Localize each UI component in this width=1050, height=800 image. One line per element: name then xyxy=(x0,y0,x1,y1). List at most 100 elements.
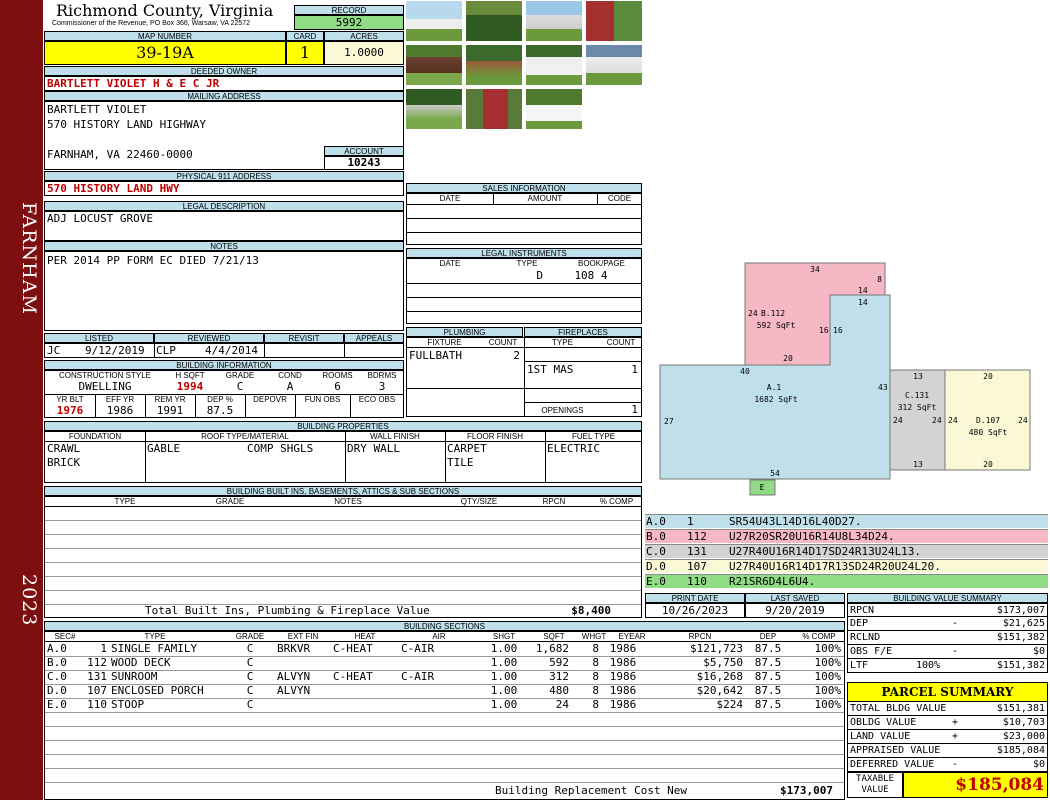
county-subtitle: Commissioner of the Revenue, PO Box 366,… xyxy=(52,20,251,27)
section-ext: BRKVR xyxy=(277,642,311,655)
acres-header: ACRES xyxy=(324,31,404,41)
section-shgt: 1.00 xyxy=(490,684,518,697)
sec-h-air: AIR xyxy=(432,632,446,641)
legal-description: ADJ LOCUST GROVE xyxy=(44,211,404,241)
sections-header: BUILDING SECTIONS xyxy=(44,621,845,631)
mailing-header: MAILING ADDRESS xyxy=(44,91,404,101)
photo-7[interactable] xyxy=(525,44,583,86)
photo-1[interactable] xyxy=(405,0,463,42)
section-comp: 100% xyxy=(814,656,842,669)
section-grade: C xyxy=(246,698,254,711)
sec-h-grade: GRADE xyxy=(235,632,265,641)
physical-address: 570 HISTORY LAND HWY xyxy=(44,181,404,196)
floor-finish-2: TILE xyxy=(447,456,474,469)
properties-table: FOUNDATION ROOF TYPE/MATERIAL WALL FINIS… xyxy=(44,431,642,483)
fire-h-type: TYPE xyxy=(552,338,573,347)
h-dep: DEP % xyxy=(207,395,233,404)
photo-9[interactable] xyxy=(405,88,463,130)
print-date: 10/26/2023 xyxy=(645,603,745,618)
photo-5[interactable] xyxy=(405,44,463,86)
last-saved-date: 9/20/2019 xyxy=(745,603,845,618)
section-shgt: 1.00 xyxy=(490,656,518,669)
building-info-table: CONSTRUCTION STYLE H SQFT GRADE COND ROO… xyxy=(44,370,404,418)
prop-h-wall: WALL FINISH xyxy=(370,432,420,441)
section-whgt: 8 xyxy=(592,684,599,697)
fire-count: 1 xyxy=(631,363,638,376)
bvs-ltf: LTF 100% $151,382 xyxy=(847,659,1048,673)
vector-row-d: D.0 107 U27R40U16R14D17R13SD24R20U24L20. xyxy=(645,559,1048,573)
plumbing-header: PLUMBING xyxy=(406,327,523,337)
dim-c-top: 13 xyxy=(913,372,923,381)
account-value: 10243 xyxy=(324,156,404,170)
dim-b-left: 24 xyxy=(748,309,758,318)
construction-style: DWELLING xyxy=(78,380,132,393)
county-header: Richmond County, Virginia Commissioner o… xyxy=(46,2,292,30)
section-type: SINGLE FAMILY xyxy=(111,642,198,655)
builtin-h-comp: % COMP xyxy=(599,497,634,506)
section-eyear: 1986 xyxy=(609,670,637,683)
dim-d-bottom: 20 xyxy=(983,460,993,469)
plumb-h-count: COUNT xyxy=(488,338,518,347)
parcel-land: LAND VALUE + $23,000 xyxy=(847,730,1048,744)
prop-h-fuel: FUEL TYPE xyxy=(571,432,616,441)
photo-2[interactable] xyxy=(465,0,523,42)
dim-b-right: 8 xyxy=(877,275,882,284)
section-comp: 100% xyxy=(814,698,842,711)
section-comp: 100% xyxy=(814,670,842,683)
district-label: FARNHAM xyxy=(18,201,40,315)
sections-table: SEC# TYPE GRADE EXT FIN HEAT AIR SHGT SQ… xyxy=(44,631,845,800)
section-sec: C.0 xyxy=(47,670,67,683)
h-grade: GRADE xyxy=(225,371,255,380)
label-b: B.112 xyxy=(761,309,785,318)
instr-h-type: TYPE xyxy=(516,259,538,268)
hsqft: 1994 xyxy=(176,380,204,393)
section-whgt: 8 xyxy=(592,656,599,669)
section-code: 107 xyxy=(87,684,107,697)
section-code: 112 xyxy=(87,656,107,669)
roof-type: GABLE xyxy=(147,442,181,455)
wall-finish: DRY WALL xyxy=(347,442,400,455)
builtins-total: $8,400 xyxy=(571,604,611,617)
section-dep: 87.5 xyxy=(754,670,782,683)
instr-h-date: DATE xyxy=(439,259,461,268)
h-bdrms: BDRMS xyxy=(367,371,397,380)
section-type: SUNROOM xyxy=(111,670,158,683)
instruments-header: LEGAL INSTRUMENTS xyxy=(406,248,642,258)
instruments-table: DATE TYPE BOOK/PAGE D 108 4 xyxy=(406,258,642,324)
photo-6[interactable] xyxy=(465,44,523,86)
photo-10[interactable] xyxy=(465,88,523,130)
h-ecoobs: ECO OBS xyxy=(358,395,396,404)
fire-h-count: COUNT xyxy=(606,338,636,347)
label-a: A.1 xyxy=(767,383,782,392)
bvs-rpcn: RPCN $173,007 xyxy=(847,603,1048,617)
h-funobs: FUN OBS xyxy=(304,395,341,404)
year-built: 1976 xyxy=(56,404,84,417)
builtin-h-notes: NOTES xyxy=(334,497,362,506)
section-sec: B.0 xyxy=(47,656,67,669)
photo-11[interactable] xyxy=(525,88,583,130)
section-whgt: 8 xyxy=(592,698,599,711)
section-dep: 87.5 xyxy=(754,698,782,711)
dim-b-step: 14 xyxy=(858,286,868,295)
parcel-total-bldg: TOTAL BLDG VALUE $151,381 xyxy=(847,702,1048,716)
bvs-dep: DEP - $21,625 xyxy=(847,617,1048,631)
parcel-obldg: OBLDG VALUE + $10,703 xyxy=(847,716,1048,730)
section-type: WOOD DECK xyxy=(111,656,171,669)
photo-8[interactable] xyxy=(585,44,643,86)
section-eyear: 1986 xyxy=(609,684,637,697)
roof-material: COMP SHGLS xyxy=(247,442,314,455)
floor-finish-1: CARPET xyxy=(447,442,487,455)
h-cond: COND xyxy=(278,371,302,380)
builtins-total-label: Total Built Ins, Plumbing & Fireplace Va… xyxy=(145,604,430,617)
vector-row-c: C.0 131 U27R40U16R14D17SD24R13U24L13. xyxy=(645,544,1048,558)
photo-4[interactable] xyxy=(585,0,643,42)
section-air: C-AIR xyxy=(401,670,435,683)
vector-row-a: A.0 1 SR54U43L14D16L40D27. xyxy=(645,514,1048,528)
sqft-c: 312 SqFt xyxy=(898,403,937,412)
photo-3[interactable] xyxy=(525,0,583,42)
h-depovr: DEPOVR xyxy=(253,395,287,404)
dim-c-bottom: 13 xyxy=(913,460,923,469)
section-sec: D.0 xyxy=(47,684,67,697)
sales-table: DATE AMOUNT CODE xyxy=(406,193,642,245)
last-saved-header: LAST SAVED xyxy=(745,593,845,603)
